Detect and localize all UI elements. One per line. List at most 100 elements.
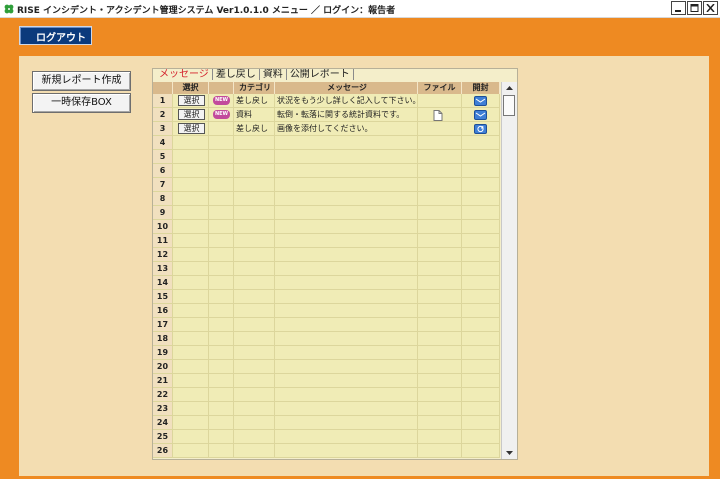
message-cell[interactable] bbox=[275, 276, 418, 290]
table-row[interactable]: 19 bbox=[153, 346, 500, 360]
scroll-thumb[interactable] bbox=[503, 95, 515, 116]
table-row[interactable]: 18 bbox=[153, 332, 500, 346]
temp-save-box-button[interactable]: 一時保存BOX bbox=[32, 93, 131, 113]
table-row[interactable]: 25 bbox=[153, 430, 500, 444]
table-row[interactable]: 6 bbox=[153, 164, 500, 178]
message-cell[interactable] bbox=[275, 220, 418, 234]
table-row[interactable]: 4 bbox=[153, 136, 500, 150]
file-cell bbox=[418, 262, 462, 276]
table-row[interactable]: 5 bbox=[153, 150, 500, 164]
message-cell[interactable] bbox=[275, 402, 418, 416]
new-report-button[interactable]: 新規レポート作成 bbox=[32, 71, 131, 91]
table-row[interactable]: 10 bbox=[153, 220, 500, 234]
tab-messages[interactable]: メッセージ bbox=[156, 69, 213, 80]
message-cell[interactable] bbox=[275, 318, 418, 332]
message-cell[interactable] bbox=[275, 248, 418, 262]
message-cell[interactable] bbox=[275, 150, 418, 164]
window-title: RISE インシデント・アクシデント管理システム Ver1.0.1.0 メニュー… bbox=[17, 6, 396, 16]
select-button[interactable]: 選択 bbox=[178, 109, 205, 120]
envelope-icon[interactable] bbox=[474, 110, 487, 120]
new-cell bbox=[209, 304, 234, 318]
table-row[interactable]: 12 bbox=[153, 248, 500, 262]
table-row[interactable]: 24 bbox=[153, 416, 500, 430]
message-cell[interactable] bbox=[275, 374, 418, 388]
message-cell[interactable] bbox=[275, 304, 418, 318]
table-row[interactable]: 26 bbox=[153, 444, 500, 458]
scroll-up-icon[interactable] bbox=[503, 82, 516, 94]
message-cell[interactable] bbox=[275, 262, 418, 276]
table-row[interactable]: 11 bbox=[153, 234, 500, 248]
close-button[interactable] bbox=[703, 1, 718, 15]
select-cell bbox=[173, 220, 209, 234]
category-cell: 差し戻し bbox=[234, 94, 275, 108]
file-cell bbox=[418, 374, 462, 388]
logout-button[interactable]: ログアウト bbox=[19, 26, 92, 45]
row-number: 19 bbox=[153, 346, 173, 360]
minimize-button[interactable] bbox=[671, 1, 686, 15]
message-cell[interactable] bbox=[275, 444, 418, 458]
category-cell bbox=[234, 150, 275, 164]
maximize-button[interactable] bbox=[687, 1, 702, 15]
table-row[interactable]: 20 bbox=[153, 360, 500, 374]
message-cell[interactable]: 転倒・転落に関する統計資料です。 bbox=[275, 108, 418, 122]
new-cell bbox=[209, 318, 234, 332]
select-cell bbox=[173, 430, 209, 444]
select-cell bbox=[173, 332, 209, 346]
table-row[interactable]: 21 bbox=[153, 374, 500, 388]
file-cell bbox=[418, 388, 462, 402]
message-cell[interactable] bbox=[275, 346, 418, 360]
message-cell[interactable] bbox=[275, 164, 418, 178]
category-cell bbox=[234, 290, 275, 304]
select-button[interactable]: 選択 bbox=[178, 95, 205, 106]
refresh-icon[interactable] bbox=[474, 124, 487, 134]
new-cell bbox=[209, 416, 234, 430]
file-cell bbox=[418, 164, 462, 178]
new-cell bbox=[209, 192, 234, 206]
tab-materials[interactable]: 資料 bbox=[260, 69, 287, 80]
select-button[interactable]: 選択 bbox=[178, 123, 205, 134]
message-cell[interactable] bbox=[275, 206, 418, 220]
scroll-down-icon[interactable] bbox=[503, 447, 516, 459]
table-row[interactable]: 17 bbox=[153, 318, 500, 332]
vertical-scrollbar[interactable] bbox=[501, 82, 517, 459]
table-row[interactable]: 23 bbox=[153, 402, 500, 416]
message-cell[interactable] bbox=[275, 416, 418, 430]
message-cell[interactable] bbox=[275, 332, 418, 346]
opened-cell bbox=[462, 374, 500, 388]
category-cell bbox=[234, 178, 275, 192]
document-icon[interactable] bbox=[433, 110, 443, 121]
table-row[interactable]: 15 bbox=[153, 290, 500, 304]
table-row[interactable]: 22 bbox=[153, 388, 500, 402]
tab-returned[interactable]: 差し戻し bbox=[213, 69, 260, 80]
message-cell[interactable] bbox=[275, 234, 418, 248]
category-cell bbox=[234, 430, 275, 444]
message-cell[interactable]: 画像を添付してください。 bbox=[275, 122, 418, 136]
tab-public-reports[interactable]: 公開レポート bbox=[287, 69, 354, 80]
table-row[interactable]: 1 選択 NEW 差し戻し 状況をもう少し詳しく記入して下さい。 bbox=[153, 94, 500, 108]
table-row[interactable]: 16 bbox=[153, 304, 500, 318]
category-cell bbox=[234, 318, 275, 332]
opened-cell bbox=[462, 318, 500, 332]
table-row[interactable]: 8 bbox=[153, 192, 500, 206]
message-cell[interactable] bbox=[275, 360, 418, 374]
table-row[interactable]: 7 bbox=[153, 178, 500, 192]
opened-cell bbox=[462, 94, 500, 108]
message-cell[interactable] bbox=[275, 136, 418, 150]
table-row[interactable]: 2 選択 NEW 資料 転倒・転落に関する統計資料です。 bbox=[153, 108, 500, 122]
message-cell[interactable] bbox=[275, 178, 418, 192]
message-cell[interactable]: 状況をもう少し詳しく記入して下さい。 bbox=[275, 94, 418, 108]
message-cell[interactable] bbox=[275, 192, 418, 206]
message-cell[interactable] bbox=[275, 388, 418, 402]
table-row[interactable]: 14 bbox=[153, 276, 500, 290]
message-cell[interactable] bbox=[275, 430, 418, 444]
table-row[interactable]: 3 選択 差し戻し 画像を添付してください。 bbox=[153, 122, 500, 136]
row-number: 14 bbox=[153, 276, 173, 290]
row-number: 7 bbox=[153, 178, 173, 192]
message-cell[interactable] bbox=[275, 290, 418, 304]
header-select: 選択 bbox=[173, 82, 209, 94]
new-cell: NEW bbox=[209, 94, 234, 108]
envelope-icon[interactable] bbox=[474, 96, 487, 106]
select-cell bbox=[173, 136, 209, 150]
table-row[interactable]: 13 bbox=[153, 262, 500, 276]
table-row[interactable]: 9 bbox=[153, 206, 500, 220]
